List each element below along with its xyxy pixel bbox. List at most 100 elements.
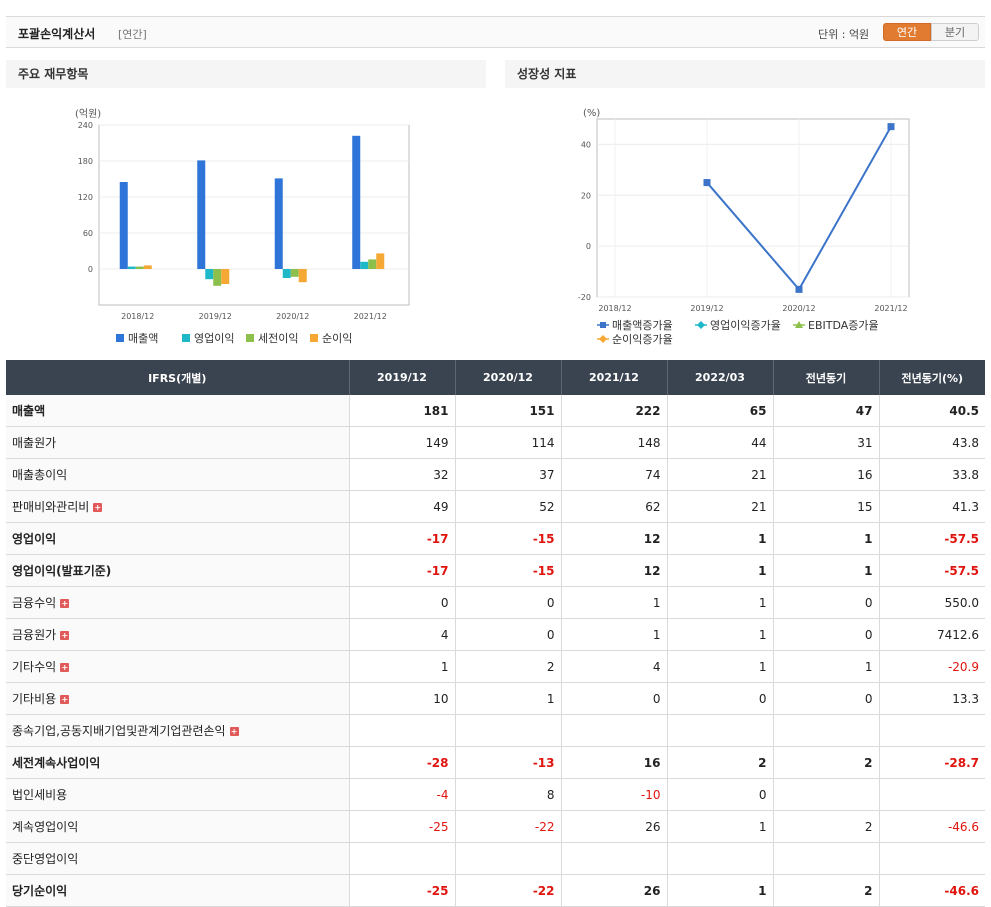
value-cell: 148 [560,426,667,459]
row-label-cell[interactable]: 기타비용 + [6,682,349,715]
value-cell: 0 [560,682,667,715]
value-cell: 44 [666,426,773,459]
value-cell [772,778,879,811]
value-cell: 43.8 [878,426,985,459]
value-cell: 1 [772,522,879,555]
value-cell: 2 [772,874,879,907]
row-label-cell: 법인세비용 [6,778,349,811]
expand-plus-icon[interactable]: + [229,727,239,736]
table-row: 기타비용 +10 1 0 0 0 13.3 [6,682,985,715]
row-label: 중단영업이익 [12,852,79,866]
row-label: 금융수익 [12,596,57,610]
y-tick-label: 60 [83,229,93,238]
expand-plus-icon[interactable]: + [60,663,70,672]
value-cell: 21 [666,458,773,491]
x-tick-label: 2018/12 [121,312,154,321]
row-label: 기타비용 [12,692,57,706]
value-cell: 10 [348,682,455,715]
annual-toggle-button[interactable]: 연간 [883,23,931,41]
value-cell: 62 [560,490,667,523]
value-cell: 7412.6 [878,618,985,651]
value-cell [454,842,561,875]
value-cell: 12 [560,554,667,587]
x-tick-label: 2020/12 [782,304,815,313]
legend-label: 순이익증가율 [612,333,673,346]
row-label: 종속기업,공동지배기업및관계기업관련손익 [12,724,226,738]
row-label-cell[interactable]: 금융원가 + [6,618,349,651]
value-cell: -57.5 [878,522,985,555]
value-cell: 0 [772,586,879,619]
value-cell: 550.0 [878,586,985,619]
bar [282,269,291,278]
expand-plus-icon[interactable]: + [60,695,70,704]
table-row: 매출액 181 151 222 65 47 40.5 [6,395,985,427]
legend-label: 매출액 [128,332,158,345]
value-cell: 114 [454,426,561,459]
value-cell [666,714,773,747]
legend-swatch [182,334,190,342]
legend-label: EBITDA증가율 [808,319,879,332]
quarter-toggle-button[interactable]: 분기 [931,23,979,41]
row-label-cell: 매출액 [6,395,349,427]
row-label-cell[interactable]: 판매비와관리비 + [6,490,349,523]
value-cell: 1 [666,650,773,683]
data-point [795,285,803,293]
value-cell: -10 [560,778,667,811]
data-point [887,123,895,131]
table-row: 매출총이익 32 37 74 21 16 33.8 [6,458,985,491]
value-cell: -25 [348,874,455,907]
value-cell: 32 [348,458,455,491]
growth-rate-line-chart: (%) 40 20 0 -20 2018/12 2019/12 2020/12 2021/12 매… [578,108,910,346]
value-cell [666,842,773,875]
value-cell: 0 [772,682,879,715]
row-label: 법인세비용 [12,788,68,802]
value-cell: 1 [560,618,667,651]
value-cell [348,714,455,747]
legend-label: 매출액증가율 [612,319,673,332]
bar [298,269,307,283]
legend-label: 영업이익증가율 [710,319,781,332]
y-tick-label: 0 [88,265,93,274]
value-cell: -28.7 [878,746,985,779]
value-cell: 149 [348,426,455,459]
financial-items-panel-title: 주요 재무항목 [6,60,486,88]
column-header: 2022/03 [666,360,773,395]
value-cell: 1 [772,554,879,587]
row-label-cell: 매출총이익 [6,458,349,491]
expand-plus-icon[interactable]: + [60,599,70,608]
value-cell [454,714,561,747]
value-cell: 1 [666,874,773,907]
growth-indicator-panel-title: 성장성 지표 [505,60,985,88]
value-cell: 0 [772,618,879,651]
table-row: 기타수익 +1 2 4 1 1 -20.9 [6,650,985,683]
value-cell: 0 [348,586,455,619]
value-cell: 8 [454,778,561,811]
table-row: 영업이익 -17 -15 12 1 1 -57.5 [6,522,985,555]
row-label: 당기순이익 [12,884,68,898]
value-cell [878,778,985,811]
row-label-cell[interactable]: 금융수익 + [6,586,349,619]
legend-marker [697,321,705,329]
value-cell: -28 [348,746,455,779]
row-label-cell[interactable]: 종속기업,공동지배기업및관계기업관련손익 + [6,714,349,747]
value-cell: 1 [666,618,773,651]
y-axis-unit: (억원) [75,108,101,120]
row-label-cell: 매출원가 [6,426,349,459]
value-cell: 2 [454,650,561,683]
legend-label: 순이익 [322,332,352,345]
expand-plus-icon[interactable]: + [60,631,70,640]
legend-swatch [310,334,318,342]
value-cell [772,714,879,747]
bar [376,253,385,269]
value-cell: 40.5 [878,395,985,427]
value-cell [560,714,667,747]
value-cell: 74 [560,458,667,491]
value-cell: 31 [772,426,879,459]
row-label-cell[interactable]: 기타수익 + [6,650,349,683]
row-label-cell: 당기순이익 [6,874,349,907]
expand-plus-icon[interactable]: + [93,503,103,512]
value-cell [878,714,985,747]
y-tick-label: 0 [586,242,591,251]
statement-title: 포괄손익계산서 [18,27,96,41]
x-tick-label: 2020/12 [276,312,309,321]
